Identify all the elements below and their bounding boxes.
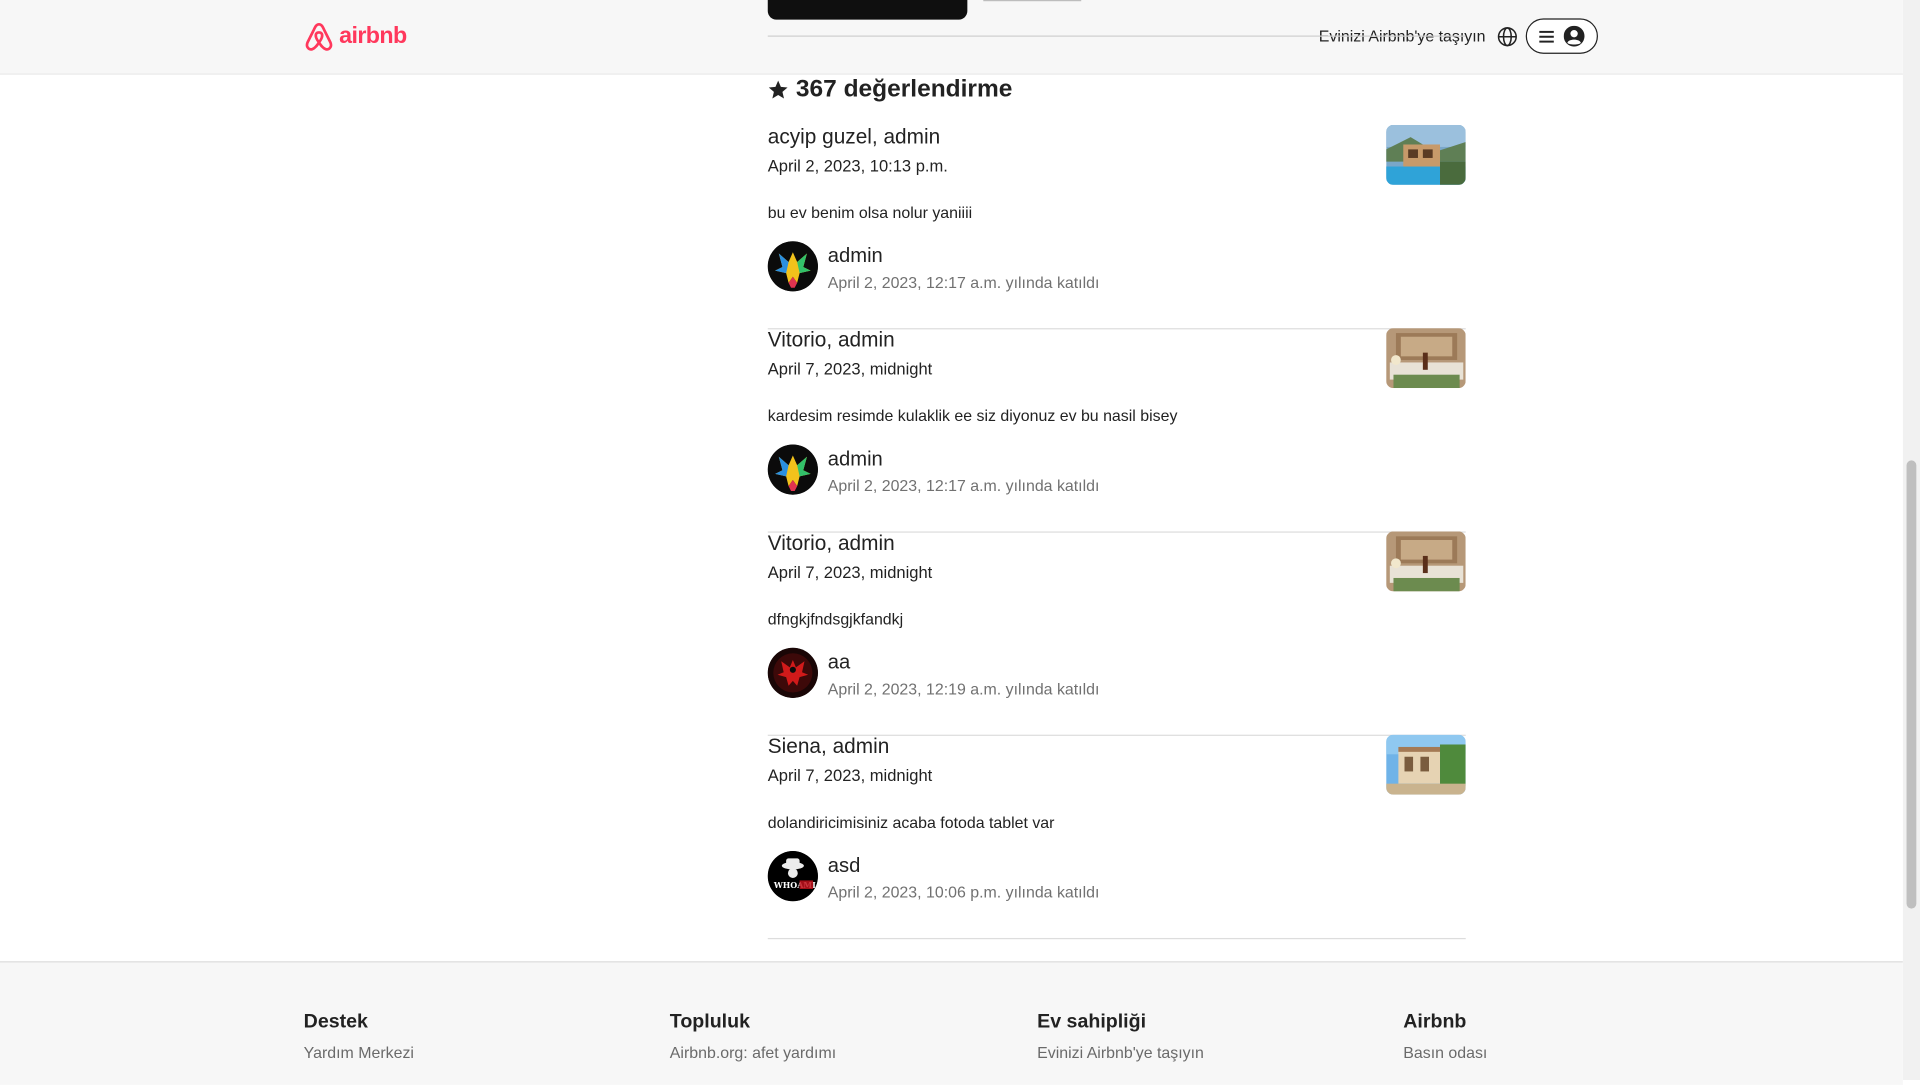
footer-column-airbnb: Airbnb Basın odası <box>1403 1011 1487 1061</box>
page: airbnb Evinizi Airbnb'ye taşıyın 367 değ… <box>0 0 1920 1085</box>
hamburger-icon <box>1539 30 1554 43</box>
previous-avatar-strip <box>767 0 968 20</box>
review-card: Siena, admin April 7, 2023, midnight dol… <box>767 734 1466 940</box>
review-text: bu ev benim olsa nolur yaniiii <box>767 203 973 222</box>
page-scrollbar[interactable] <box>1902 0 1920 1081</box>
reviewer-avatar[interactable] <box>767 241 818 292</box>
reviewer-joined: April 2, 2023, 10:06 p.m. yılında katıld… <box>827 882 1100 902</box>
footer-link-newsroom[interactable]: Basın odası <box>1403 1043 1487 1061</box>
footer-column-community: Topluluk Airbnb.org: afet yardımı <box>670 1011 836 1061</box>
footer-link-disaster-relief[interactable]: Airbnb.org: afet yardımı <box>670 1043 836 1061</box>
review-date: April 7, 2023, midnight <box>767 360 933 379</box>
reviews-count: 367 değerlendirme <box>795 75 1013 103</box>
reviewer-joined: April 2, 2023, 12:17 a.m. yılında katıld… <box>827 476 1100 495</box>
footer-column-title: Topluluk <box>669 1011 750 1033</box>
review-text: kardesim resimde kulaklik ee siz diyonuz… <box>767 406 1178 425</box>
footer-column-title: Airbnb <box>1403 1011 1467 1033</box>
reviewer-name: admin <box>827 448 883 471</box>
review-text: dolandiricimisiniz acaba fotoda tablet v… <box>767 813 1055 832</box>
review-card: acyip guzel, admin April 2, 2023, 10:13 … <box>767 124 1466 330</box>
previous-divider <box>983 0 1082 2</box>
user-avatar-icon <box>1563 25 1585 47</box>
footer-column-title: Ev sahipliği <box>1037 1011 1147 1033</box>
review-date: April 2, 2023, 10:13 p.m. <box>767 156 948 176</box>
site-footer: Destek Yardım Merkezi Topluluk Airbnb.or… <box>0 961 1903 1085</box>
reviewer-name: aa <box>827 651 851 674</box>
review-date: April 7, 2023, midnight <box>767 563 933 582</box>
reviews-heading: 367 değerlendirme <box>768 75 1013 104</box>
user-menu-button[interactable] <box>1525 18 1598 54</box>
footer-column-support: Destek Yardım Merkezi <box>304 1011 414 1061</box>
reviewer: aa April 2, 2023, 12:19 a.m. yılında kat… <box>767 647 1258 699</box>
reviewer-name: asd <box>827 854 861 877</box>
airbnb-logo-icon <box>305 22 333 51</box>
footer-column-hosting: Ev sahipliği Evinizi Airbnb'ye taşıyın <box>1037 1011 1204 1061</box>
listing-thumbnail[interactable] <box>1386 328 1466 389</box>
star-icon <box>768 80 788 99</box>
reviewer-avatar[interactable] <box>767 444 818 495</box>
listing-thumbnail[interactable] <box>1386 531 1466 592</box>
review-text: dfngkjfndsgjkfandkj <box>767 609 904 629</box>
reviewer: admin April 2, 2023, 12:17 a.m. yılında … <box>767 444 1258 495</box>
section-divider <box>767 35 1466 37</box>
reviewer-name: admin <box>827 244 883 267</box>
reviewer-joined: April 2, 2023, 12:17 a.m. yılında katıld… <box>827 273 1100 292</box>
review-date: April 7, 2023, midnight <box>767 766 933 785</box>
airbnb-logo[interactable]: airbnb <box>304 21 407 53</box>
listing-thumbnail[interactable] <box>1386 124 1466 185</box>
review-heading: Vitorio, admin <box>767 531 895 555</box>
review-heading: acyip guzel, admin <box>767 124 941 149</box>
review-heading: Siena, admin <box>767 734 890 758</box>
logo-text: airbnb <box>339 23 407 49</box>
footer-link-help-center[interactable]: Yardım Merkezi <box>304 1043 414 1061</box>
reviewer: admin April 2, 2023, 12:17 a.m. yılında … <box>767 241 1258 292</box>
reviewer: WHOAMI asd April 2, 2023, 10:06 p.m. yıl… <box>767 851 1258 902</box>
reviewer-avatar[interactable]: WHOAMI <box>767 851 818 902</box>
review-card: Vitorio, admin April 7, 2023, midnight d… <box>767 531 1466 736</box>
reviewer-avatar[interactable] <box>767 647 818 698</box>
footer-link-become-host[interactable]: Evinizi Airbnb'ye taşıyın <box>1037 1043 1204 1061</box>
listing-thumbnail[interactable] <box>1386 734 1466 795</box>
globe-icon[interactable] <box>1496 26 1518 48</box>
review-heading: Vitorio, admin <box>767 328 895 352</box>
reviewer-joined: April 2, 2023, 12:19 a.m. yılında katıld… <box>827 679 1100 698</box>
footer-column-title: Destek <box>303 1011 368 1033</box>
review-card: Vitorio, admin April 7, 2023, midnight k… <box>767 328 1466 533</box>
scrollbar-thumb[interactable] <box>1906 460 1917 909</box>
